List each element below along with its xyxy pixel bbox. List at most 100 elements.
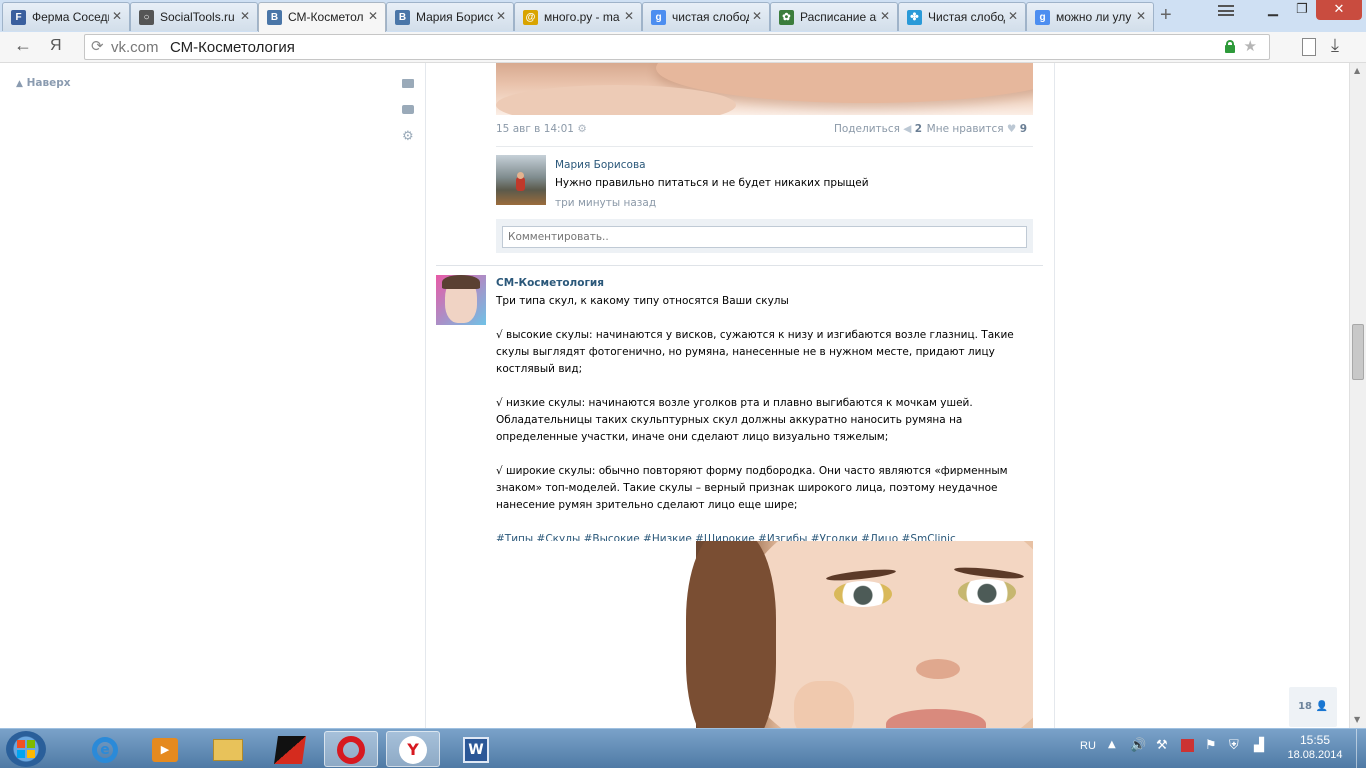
download-icon[interactable]: ⤓ bbox=[1331, 35, 1339, 56]
post2-paragraph-high: √ высокие скулы: начинаются у висков, су… bbox=[496, 329, 1014, 375]
windows-taskbar: e ▶ Y W RU ▲ 🔊 ⚒ ⚑ ⛨ ▟ 15:55 18.08.2014 bbox=[0, 728, 1366, 769]
left-eye-icon bbox=[834, 581, 892, 607]
column-divider-left bbox=[425, 63, 426, 728]
tab-1[interactable]: F Ферма Соседи ✕ bbox=[2, 2, 130, 31]
google-favicon-icon: g bbox=[1035, 10, 1050, 25]
comment-input[interactable] bbox=[502, 226, 1027, 248]
clock-time: 15:55 bbox=[1299, 733, 1331, 747]
commenter-avatar[interactable] bbox=[496, 155, 546, 205]
tab-5[interactable]: @ много.ру - ma ✕ bbox=[514, 2, 642, 31]
tab-close-icon[interactable]: ✕ bbox=[368, 9, 378, 23]
address-domain: vk.com bbox=[111, 39, 159, 56]
vk-favicon-icon: В bbox=[395, 10, 410, 25]
scroll-down-arrow-icon[interactable]: ▼ bbox=[1354, 715, 1360, 724]
tab-4[interactable]: В Мария Борисо ✕ bbox=[386, 2, 514, 31]
clock[interactable]: 15:55 18.08.2014 bbox=[1282, 733, 1348, 761]
share-link[interactable]: Поделиться ◀ 2 bbox=[834, 123, 922, 135]
post2-photo[interactable] bbox=[496, 541, 1033, 728]
tab-close-icon[interactable]: ✕ bbox=[240, 9, 250, 23]
mnogo-favicon-icon: @ bbox=[523, 10, 538, 25]
start-button[interactable] bbox=[6, 731, 46, 767]
comments-icon[interactable] bbox=[402, 105, 414, 114]
back-to-top-label: Наверх bbox=[26, 77, 71, 89]
page-icon[interactable] bbox=[1302, 38, 1316, 56]
file-explorer-icon[interactable] bbox=[201, 731, 255, 767]
browser-tab-strip: F Ферма Соседи ✕ ○ SocialTools.ru ✕ В СМ-Космет… bbox=[0, 0, 1366, 32]
scrollbar-thumb[interactable] bbox=[1352, 324, 1364, 380]
scroll-up-arrow-icon[interactable]: ▲ bbox=[1354, 66, 1360, 75]
column-divider-right bbox=[1054, 63, 1055, 728]
tab-3[interactable]: В СМ-Косметол ✕ bbox=[258, 2, 386, 32]
page-scrollbar[interactable]: ▲ ▼ bbox=[1349, 63, 1366, 728]
yandex-browser-icon[interactable]: Y bbox=[386, 731, 440, 767]
close-window-button[interactable]: ✕ bbox=[1316, 0, 1362, 20]
tab-close-icon[interactable]: ✕ bbox=[752, 9, 762, 23]
tab-9[interactable]: g можно ли улу ✕ bbox=[1026, 2, 1154, 31]
browser-toolbar: ← Я ⟳ vk.com СМ-Косметология ★ ⤓ bbox=[0, 32, 1366, 63]
word-icon[interactable]: W bbox=[449, 731, 503, 767]
online-count: 18 bbox=[1298, 701, 1312, 712]
antivirus-tray-icon[interactable]: ⛨ bbox=[1229, 738, 1239, 753]
show-desktop-button[interactable] bbox=[1356, 729, 1366, 769]
media-player-icon[interactable]: ▶ bbox=[138, 731, 192, 767]
tab-2[interactable]: ○ SocialTools.ru ✕ bbox=[130, 2, 258, 31]
yandex-logo-icon[interactable]: Я bbox=[50, 37, 62, 55]
opera-icon[interactable] bbox=[324, 731, 378, 767]
back-arrow-icon[interactable]: ← bbox=[14, 35, 32, 56]
post2-intro: Три типа скул, к какому типу относятся В… bbox=[496, 295, 789, 307]
tab-label: много.ру - ma bbox=[544, 10, 620, 24]
address-bar[interactable]: ⟳ vk.com СМ-Косметология ★ bbox=[84, 34, 1270, 60]
volume-icon[interactable]: 🔊 bbox=[1130, 738, 1146, 753]
tab-close-icon[interactable]: ✕ bbox=[1008, 9, 1018, 23]
post1-photo[interactable] bbox=[496, 63, 1033, 115]
tab-close-icon[interactable]: ✕ bbox=[1136, 9, 1146, 23]
arrow-up-icon: ▲ bbox=[16, 79, 23, 89]
kaspersky-tray-icon[interactable] bbox=[1181, 739, 1194, 752]
tab-label: можно ли улу bbox=[1056, 10, 1132, 24]
sloboda-favicon-icon: ✤ bbox=[907, 10, 922, 25]
google-favicon-icon: g bbox=[651, 10, 666, 25]
tab-8[interactable]: ✤ Чистая слобод ✕ bbox=[898, 2, 1026, 31]
heart-icon: ♥ bbox=[1006, 123, 1017, 135]
share-count: 2 bbox=[914, 123, 922, 135]
maximize-button[interactable]: ❐ bbox=[1288, 0, 1316, 20]
tab-label: Чистая слобод bbox=[928, 10, 1005, 24]
user-icon: 👤 bbox=[1315, 701, 1328, 712]
back-to-top-link[interactable]: ▲ Наверх bbox=[16, 77, 71, 89]
kaspersky-icon[interactable] bbox=[263, 731, 317, 767]
comment-time[interactable]: три минуты назад bbox=[555, 197, 656, 209]
post-separator bbox=[436, 265, 1043, 266]
tab-close-icon[interactable]: ✕ bbox=[880, 9, 890, 23]
tab-close-icon[interactable]: ✕ bbox=[624, 9, 634, 23]
messages-icon[interactable] bbox=[402, 79, 414, 88]
like-link[interactable]: Мне нравится ♥ 9 bbox=[927, 123, 1027, 135]
comment-author[interactable]: Мария Борисова bbox=[555, 159, 646, 171]
post2-author[interactable]: СМ-Косметология bbox=[496, 277, 604, 289]
tab-close-icon[interactable]: ✕ bbox=[112, 9, 122, 23]
language-indicator[interactable]: RU bbox=[1080, 740, 1096, 752]
tab-7[interactable]: ✿ Расписание ав ✕ bbox=[770, 2, 898, 31]
reload-icon[interactable]: ⟳ bbox=[91, 37, 104, 55]
ferma-favicon-icon: F bbox=[11, 10, 26, 25]
show-hidden-icons-icon[interactable]: ▲ bbox=[1108, 739, 1116, 750]
right-eye-icon bbox=[958, 579, 1016, 605]
post2-avatar[interactable] bbox=[436, 275, 486, 325]
action-center-flag-icon[interactable]: ⚑ bbox=[1205, 738, 1217, 753]
like-label: Мне нравится bbox=[926, 123, 1004, 135]
lock-icon bbox=[1225, 40, 1235, 53]
bookmark-star-icon[interactable]: ★ bbox=[1244, 37, 1257, 55]
online-friends-badge[interactable]: 18 👤 bbox=[1289, 687, 1337, 727]
minimize-button[interactable]: ▁ bbox=[1258, 0, 1288, 20]
browser-menu-icon[interactable] bbox=[1214, 2, 1238, 18]
gear-small-icon[interactable]: ⚙ bbox=[577, 123, 586, 135]
like-count: 9 bbox=[1019, 123, 1027, 135]
tab-close-icon[interactable]: ✕ bbox=[496, 9, 506, 23]
tab-6[interactable]: g чистая слобод ✕ bbox=[642, 2, 770, 31]
signal-bars-icon[interactable]: ▟ bbox=[1254, 738, 1264, 753]
network-tools-icon[interactable]: ⚒ bbox=[1156, 738, 1168, 753]
new-tab-button[interactable]: + bbox=[1160, 4, 1172, 27]
internet-explorer-icon[interactable]: e bbox=[78, 731, 132, 767]
settings-gear-icon[interactable]: ⚙ bbox=[402, 129, 414, 144]
post1-date[interactable]: 15 авг в 14:01 bbox=[496, 123, 574, 135]
tab-label: Мария Борисо bbox=[416, 10, 493, 24]
